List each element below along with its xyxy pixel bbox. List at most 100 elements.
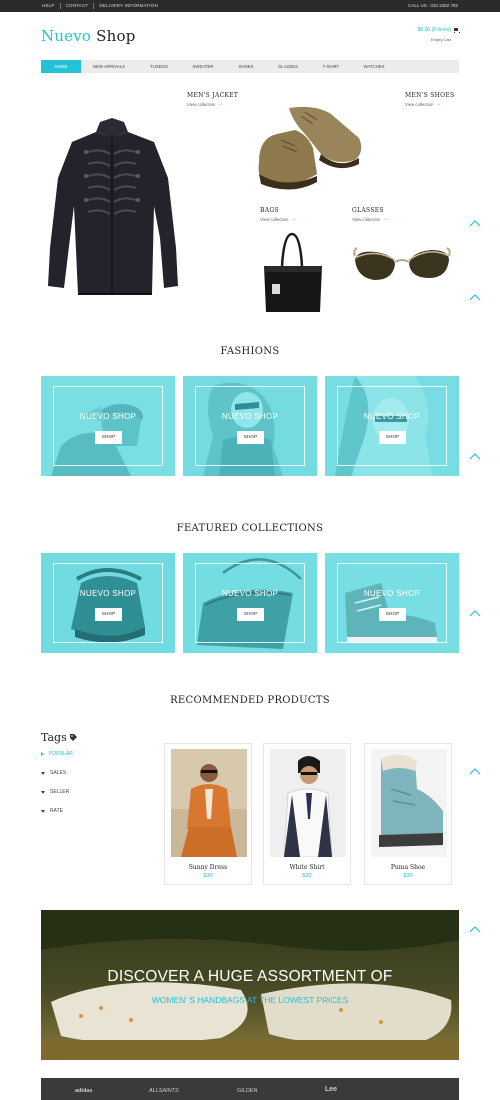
mens-shoes-image[interactable] [255,104,365,192]
tile-frame [337,386,447,466]
delivery-information-link[interactable]: DELIVERY INFORMATION [94,3,163,9]
caret-down-icon [41,790,45,794]
fashions-section-title: FASHIONS [220,346,280,357]
bags-link-text: View collection [260,217,289,222]
cart-widget[interactable]: $0.00 (0 items) Empty Cart [418,27,460,42]
shop-button[interactable]: SHOP [95,608,122,621]
nav-item-glasses[interactable]: GLASSES [267,60,309,73]
tag-sales-label: SALES [50,770,67,776]
caret-right-icon [41,752,44,756]
brand-gilden[interactable]: GILDEN [237,1088,257,1094]
recommended-section-title: RECOMMENDED PRODUCTS [170,695,330,706]
nav-item-sweater[interactable]: SWEATER [181,60,225,73]
tag-popular-label: POPULAR [49,751,73,757]
tile-title: NUEVO SHOP [221,589,279,598]
arrow-right-icon: → [382,216,389,222]
banner-headline: DISCOVER A HUGE ASSORTMENT OF [107,968,393,985]
product-card-1[interactable]: Sunny Dress $30 [164,743,252,885]
product-price: $30 [302,873,312,879]
product-price: $30 [203,873,213,879]
nav-item-tuxedo[interactable]: TUXEDO [137,60,181,73]
contact-link[interactable]: CONTACT [61,3,95,9]
tag-rate[interactable]: RATE [41,808,63,814]
brand-adidas[interactable]: adidas [75,1088,92,1094]
top-bar: HELP CONTACT DELIVERY INFORMATION CALL U… [0,0,500,12]
scroll-up-icon[interactable] [469,293,481,301]
top-links: HELP CONTACT DELIVERY INFORMATION [42,0,163,12]
fashion-tile-1[interactable]: NUEVO SHOP SHOP [41,376,175,476]
scroll-up-icon[interactable] [469,925,481,933]
nav-item-new-arrivals[interactable]: NEW ARRIVALS [81,60,137,73]
tags-title: Tags [41,731,78,744]
scroll-up-icon[interactable] [469,452,481,460]
mens-jacket-image[interactable] [48,118,180,296]
cart-amount[interactable]: $0.00 (0 items) [418,27,460,33]
cart-status: Empty Cart [430,37,451,42]
product-card-2[interactable]: White Shirt $30 [263,743,351,885]
glasses-link-text: View collection [352,217,381,222]
tile-title: NUEVO SHOP [79,589,137,598]
nav-item-t-shirt[interactable]: T-SHIRT [309,60,353,73]
tile-title: NUEVO SHOP [79,412,137,421]
product-name[interactable]: Sunny Dress [165,864,251,871]
call-us-text: CALL US : 032 2352 782 [408,3,458,8]
shop-button[interactable]: SHOP [95,431,122,444]
shop-button[interactable]: SHOP [379,431,406,444]
tag-icon [69,734,77,741]
site-logo[interactable]: Nuevo Shop [41,27,136,45]
logo-part-shop: Shop [96,27,136,45]
tile-frame [53,563,163,643]
tile-frame [195,386,305,466]
tag-seller-label: SELLER [50,789,70,795]
product-card-3[interactable]: Puma Shoe $30 [364,743,452,885]
mens-jacket-link-text: View collection [187,102,216,107]
brand-lee[interactable]: Lee [325,1086,337,1093]
tile-title: NUEVO SHOP [363,589,421,598]
help-link[interactable]: HELP [42,3,61,9]
promo-banner[interactable]: DISCOVER A HUGE ASSORTMENT OF WOMEN' S H… [41,910,459,1060]
featured-tile-2[interactable]: NUEVO SHOP SHOP [183,553,317,653]
bags-view-collection[interactable]: View collection → [260,216,297,222]
mens-jacket-view-collection[interactable]: View collection → [187,101,224,107]
tag-seller[interactable]: SELLER [41,789,69,795]
scroll-up-icon[interactable] [469,609,481,617]
mens-shoes-link-text: View collection [405,102,434,107]
tag-sales[interactable]: SALES [41,770,66,776]
nav-item-shoes[interactable]: SHOES [225,60,267,73]
sunglasses-image[interactable] [353,246,451,286]
shop-button[interactable]: SHOP [237,431,264,444]
glasses-title: GLASSES [352,207,384,214]
nav-item-watches[interactable]: WATCHES [353,60,395,73]
arrow-right-icon: → [217,101,224,107]
brand-strip: adidas ALLSAINTS GILDEN Lee [41,1078,459,1100]
brand-allsaints[interactable]: ALLSAINTS [149,1088,179,1094]
featured-section-title: FEATURED COLLECTIONS [176,523,324,534]
product-name[interactable]: White Shirt [264,864,350,871]
arrow-right-icon: → [435,101,442,107]
shop-button[interactable]: SHOP [237,608,264,621]
scroll-up-icon[interactable] [469,767,481,775]
banner-subline: WOMEN' S HANDBAGS AT THE LOWEST PRICES [151,995,349,1005]
bags-title: BAGS [260,207,279,214]
logo-part-nuevo: Nuevo [41,27,92,45]
scroll-up-icon[interactable] [469,219,481,227]
caret-down-icon [41,771,45,775]
puma-shoe-image [371,749,447,857]
fashion-tile-2[interactable]: NUEVO SHOP SHOP [183,376,317,476]
tag-rate-label: RATE [50,808,63,814]
fashion-tile-3[interactable]: NUEVO SHOP SHOP [325,376,459,476]
shop-button[interactable]: SHOP [379,608,406,621]
nav-item-home[interactable]: HOME [41,60,81,73]
tile-frame [195,563,305,643]
product-name[interactable]: Puma Shoe [365,864,451,871]
featured-tile-1[interactable]: NUEVO SHOP SHOP [41,553,175,653]
cart-icon [453,27,460,33]
arrow-right-icon: → [290,216,297,222]
handbag-image[interactable] [262,232,324,314]
featured-tile-3[interactable]: NUEVO SHOP SHOP [325,553,459,653]
white-shirt-image [270,749,346,857]
tag-popular[interactable]: POPULAR [41,751,73,757]
tags-title-text: Tags [41,731,67,744]
glasses-view-collection[interactable]: View collection → [352,216,389,222]
mens-shoes-view-collection[interactable]: View collection → [405,101,442,107]
